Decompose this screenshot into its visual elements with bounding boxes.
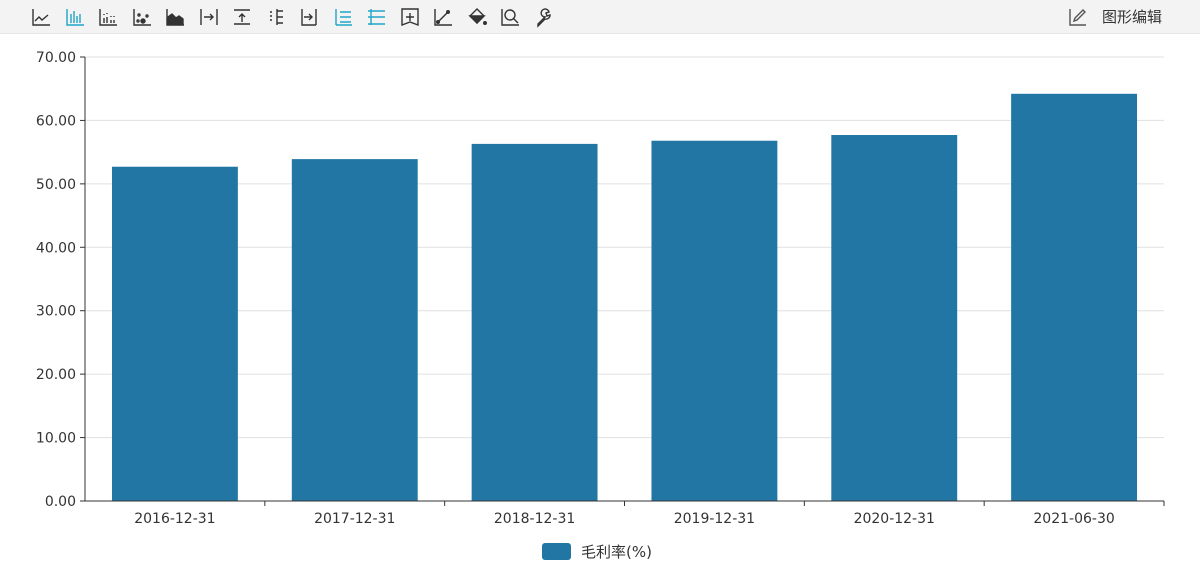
y-tick-label: 70.00 (36, 50, 76, 66)
y-tick-label: 40.00 (36, 240, 76, 256)
bar[interactable] (1011, 93, 1138, 501)
y-tick-label: 0.00 (45, 494, 76, 510)
bar[interactable] (471, 143, 598, 501)
grouped-bar-icon[interactable] (97, 6, 119, 28)
y-tick-label: 30.00 (36, 304, 76, 320)
edit-chart-button[interactable]: 图形编辑 (1068, 6, 1162, 27)
fill-color-icon[interactable] (466, 6, 488, 28)
trendline-icon[interactable] (432, 6, 454, 28)
bar-chart: 0.00 10.00 20.00 30.00 40.00 50.00 60.00 70.00 2… (36, 50, 1165, 527)
bar[interactable] (831, 135, 958, 501)
x-tick-label: 2019-12-31 (674, 511, 755, 527)
gridlines-icon[interactable] (365, 6, 387, 28)
x-tick-label: 2016-12-31 (134, 511, 215, 527)
add-box-icon[interactable] (399, 6, 421, 28)
align-end-icon[interactable] (298, 6, 320, 28)
align-right-icon[interactable] (198, 6, 220, 28)
pencil-icon (1069, 8, 1086, 26)
edit-chart-label: 图形编辑 (1101, 8, 1162, 26)
chart-toolbar: 图形编辑 (0, 0, 1200, 34)
bar[interactable] (111, 166, 238, 501)
horizontal-axis-icon[interactable] (265, 6, 287, 28)
legend-swatch (542, 543, 571, 560)
x-tick-label: 2020-12-31 (854, 511, 935, 527)
line-chart-icon[interactable] (30, 6, 52, 28)
y-tick-label: 50.00 (36, 177, 76, 193)
legend-label: 毛利率(%) (581, 543, 652, 561)
y-tick-label: 20.00 (36, 367, 76, 383)
bar[interactable] (291, 159, 418, 501)
settings-wrench-icon[interactable] (533, 6, 555, 28)
x-tick-label: 2017-12-31 (314, 511, 395, 527)
zoom-icon[interactable] (499, 6, 521, 28)
list-icon[interactable] (332, 6, 354, 28)
bar-chart-icon[interactable] (64, 6, 86, 28)
x-tick-label: 2021-06-30 (1033, 511, 1114, 527)
area-chart-icon[interactable] (164, 6, 186, 28)
y-tick-label: 60.00 (36, 113, 76, 129)
align-top-icon[interactable] (231, 6, 253, 28)
y-tick-label: 10.00 (36, 431, 76, 447)
legend[interactable]: 毛利率(%) (542, 541, 652, 562)
x-tick-label: 2018-12-31 (494, 511, 575, 527)
scatter-icon[interactable] (131, 6, 153, 28)
bar[interactable] (651, 140, 778, 501)
